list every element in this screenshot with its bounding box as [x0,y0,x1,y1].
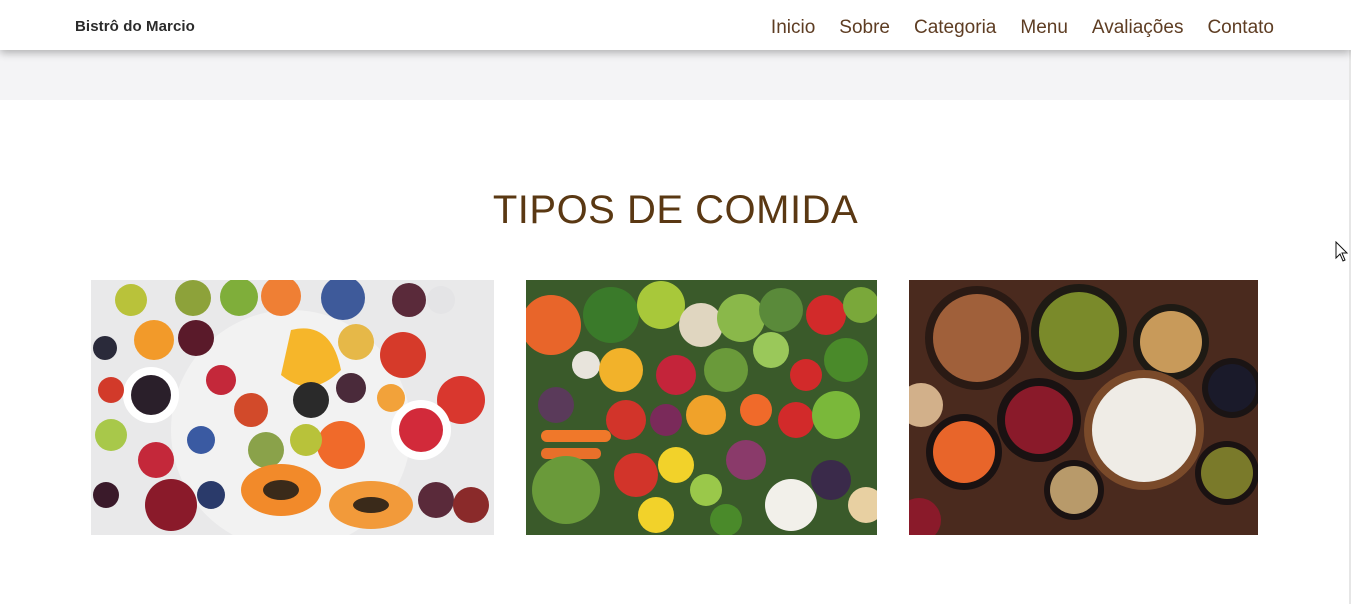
section-title: TIPOS DE COMIDA [492,188,859,232]
legumes-photo [909,280,1258,535]
brand-logo[interactable]: Bistrô do Marcio [75,18,195,35]
nav-link-categoria[interactable]: Categoria [914,16,996,40]
vegetables-photo [526,280,877,535]
main-nav: Inicio Sobre Categoria Menu Avaliações C… [771,16,1274,40]
food-card-vegetables[interactable] [526,280,877,535]
page: Bistrô do Marcio Inicio Sobre Categoria … [0,0,1351,604]
nav-link-menu[interactable]: Menu [1020,16,1068,40]
food-card-legumes[interactable] [909,280,1258,535]
nav-link-avaliacoes[interactable]: Avaliações [1092,16,1184,40]
nav-link-sobre[interactable]: Sobre [839,16,890,40]
fruits-photo [91,280,494,535]
food-card-fruits[interactable] [91,280,494,535]
navbar: Bistrô do Marcio Inicio Sobre Categoria … [0,0,1351,50]
nav-link-inicio[interactable]: Inicio [771,16,815,40]
mouse-cursor-icon [1335,241,1349,262]
nav-link-contato[interactable]: Contato [1207,16,1274,40]
